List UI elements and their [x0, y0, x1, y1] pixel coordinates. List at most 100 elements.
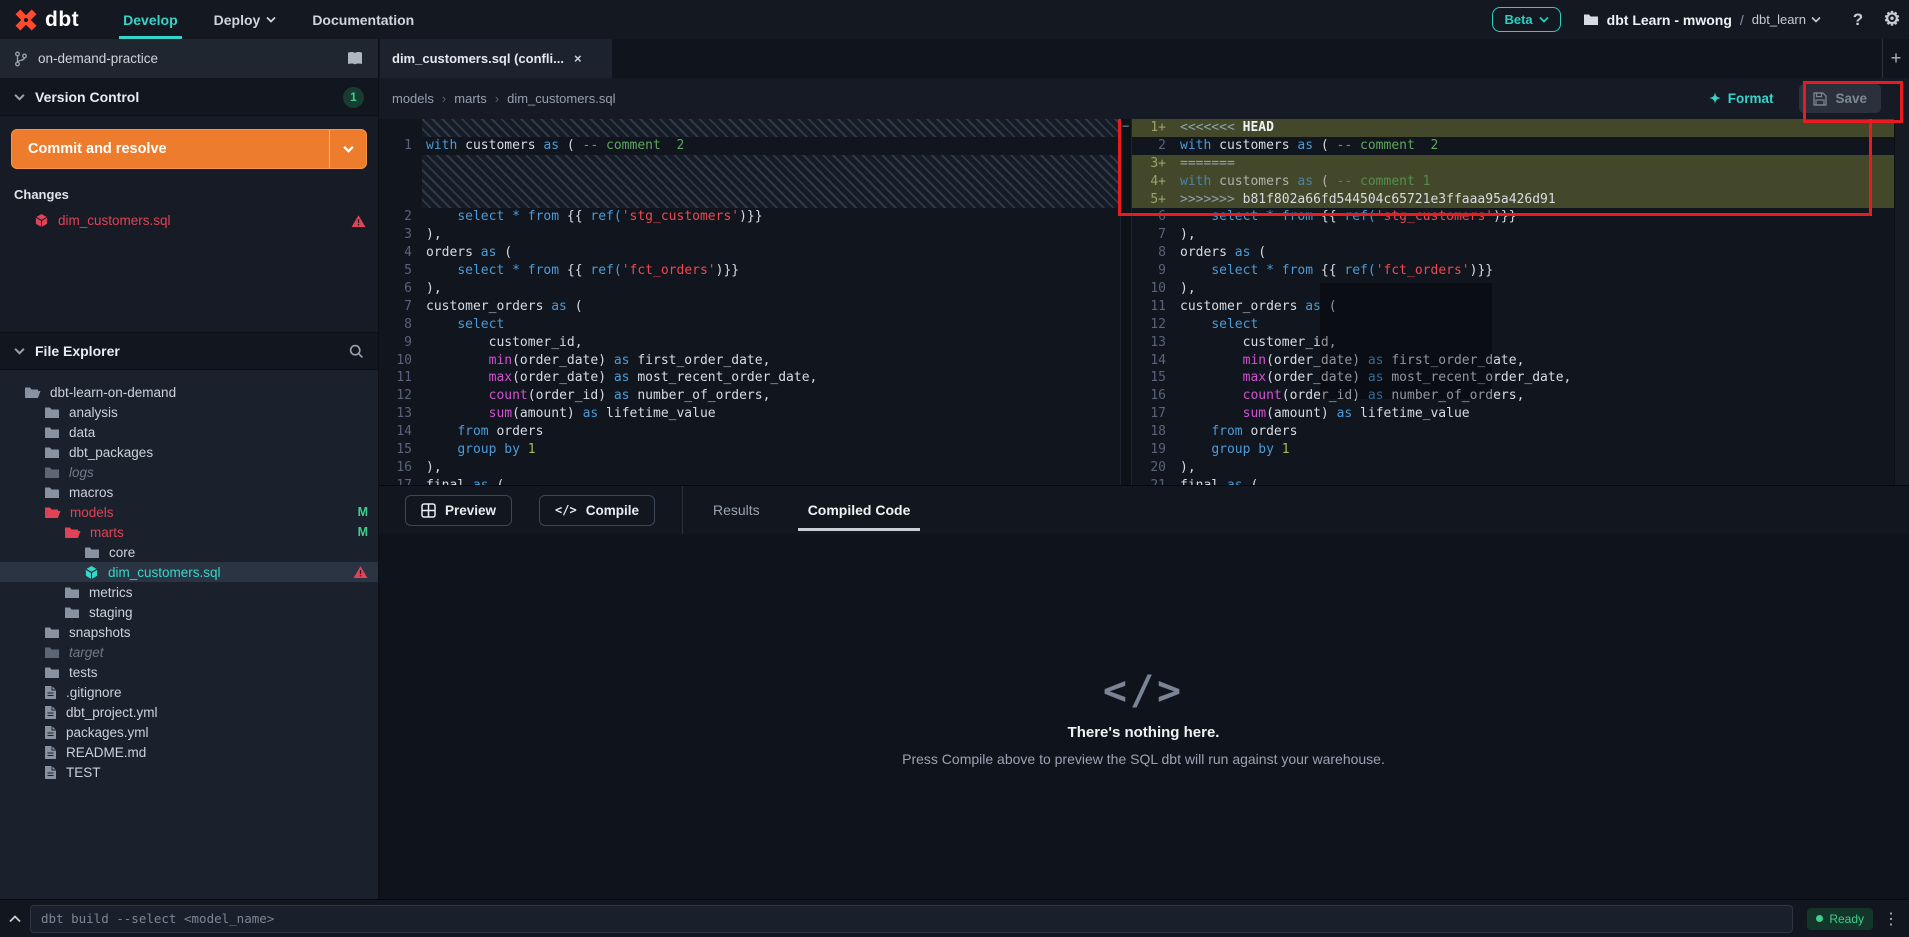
tab-results[interactable]: Results [695, 486, 778, 534]
tree-item-dim-customers-sql[interactable]: dim_customers.sql [0, 562, 378, 582]
tree-item-dbt-project-yml[interactable]: dbt_project.yml [0, 702, 378, 722]
tree-item-staging[interactable]: staging [0, 602, 378, 622]
code-line[interactable]: 13 customer_id, [1132, 334, 1894, 352]
tree-item-models[interactable]: modelsM [0, 502, 378, 522]
code-line[interactable]: 12 count(order_id) as number_of_orders, [378, 387, 1120, 405]
compile-button[interactable]: </> Compile [539, 495, 655, 526]
code-line[interactable]: 21final as ( [1132, 477, 1894, 485]
code-line[interactable]: 15 max(order_date) as most_recent_order_… [1132, 369, 1894, 387]
search-icon[interactable] [349, 344, 364, 359]
code-line[interactable]: 5 select * from {{ ref('fct_orders')}} [378, 262, 1120, 280]
environment-selector[interactable]: dbt_learn [1752, 12, 1821, 27]
code-line[interactable]: 10), [1132, 280, 1894, 298]
tree-item-analysis[interactable]: analysis [0, 402, 378, 422]
branch-row[interactable]: on-demand-practice [0, 39, 378, 79]
tree-item-data[interactable]: data [0, 422, 378, 442]
code-line[interactable]: 16 count(order_id) as number_of_orders, [1132, 387, 1894, 405]
code-line[interactable]: 8 select [378, 316, 1120, 334]
code-line[interactable]: 19 group by 1 [1132, 441, 1894, 459]
code-line[interactable]: 4+with customers as ( -- comment 1 [1132, 173, 1894, 191]
code-line[interactable]: 15 group by 1 [378, 441, 1120, 459]
code-line[interactable]: 13 sum(amount) as lifetime_value [378, 405, 1120, 423]
dbt-logo[interactable]: dbt [0, 8, 105, 32]
editor-pane-left[interactable]: 1with customers as ( -- comment 2 2 selec… [378, 119, 1120, 485]
file-explorer-header[interactable]: File Explorer [0, 333, 378, 370]
chevron-up-icon[interactable] [0, 915, 30, 923]
version-control-header[interactable]: Version Control 1 [0, 79, 378, 116]
format-button[interactable]: ✦ Format [1709, 91, 1773, 107]
code-text: with customers as ( -- comment 2 [422, 137, 684, 155]
breadcrumb[interactable]: models [392, 91, 434, 106]
tree-item-label: dim_customers.sql [108, 565, 221, 580]
tree-item-snapshots[interactable]: snapshots [0, 622, 378, 642]
code-line[interactable]: 2with customers as ( -- comment 2 [1132, 137, 1894, 155]
nav-develop[interactable]: Develop [105, 0, 195, 39]
code-line[interactable]: 6), [378, 280, 1120, 298]
breadcrumb[interactable]: marts [454, 91, 487, 106]
close-icon[interactable]: × [574, 51, 582, 66]
commit-options-caret[interactable] [329, 130, 366, 168]
code-line[interactable]: 7), [1132, 226, 1894, 244]
code-line[interactable]: 6 select * from {{ ref('stg_customers')}… [1132, 208, 1894, 226]
code-line[interactable]: 14 from orders [378, 423, 1120, 441]
commit-and-resolve-button[interactable]: Commit and resolve [11, 129, 367, 169]
code-line[interactable]: 1with customers as ( -- comment 2 [378, 137, 1120, 155]
tree-item-metrics[interactable]: metrics [0, 582, 378, 602]
fold-marker[interactable]: − [1122, 119, 1129, 133]
code-line[interactable]: 5+>>>>>>> b81f802a66fd544504c65721e3ffaa… [1132, 191, 1894, 209]
tree-item-target[interactable]: target [0, 642, 378, 662]
code-line[interactable]: 18 from orders [1132, 423, 1894, 441]
settings-gear-icon[interactable]: ⚙ [1875, 0, 1909, 39]
code-line[interactable]: 10 min(order_date) as first_order_date, [378, 352, 1120, 370]
tree-item-test[interactable]: TEST [0, 762, 378, 782]
breadcrumb[interactable]: dim_customers.sql [507, 91, 615, 106]
code-line[interactable]: 14 min(order_date) as first_order_date, [1132, 352, 1894, 370]
tree-item-marts[interactable]: martsM [0, 522, 378, 542]
nav-documentation[interactable]: Documentation [294, 0, 432, 39]
new-tab-button[interactable]: + [1882, 39, 1909, 78]
tab-dim-customers[interactable]: dim_customers.sql (confli... × [380, 39, 612, 78]
tree-item-tests[interactable]: tests [0, 662, 378, 682]
beta-dropdown[interactable]: Beta [1492, 7, 1560, 32]
code-line[interactable]: 7customer_orders as ( [378, 298, 1120, 316]
preview-button[interactable]: Preview [405, 495, 512, 526]
command-input[interactable] [30, 905, 1793, 933]
tree-item-readme-md[interactable]: README.md [0, 742, 378, 762]
help-button[interactable]: ? [1841, 0, 1875, 39]
tree-item-label: staging [89, 605, 133, 620]
tab-compiled-code[interactable]: Compiled Code [790, 486, 929, 534]
tree-item-packages-yml[interactable]: packages.yml [0, 722, 378, 742]
tree-item-logs[interactable]: logs [0, 462, 378, 482]
tree-item--gitignore[interactable]: .gitignore [0, 682, 378, 702]
code-line[interactable]: 8orders as ( [1132, 244, 1894, 262]
line-number: 11 [378, 369, 422, 387]
code-line[interactable]: 17final as ( [378, 477, 1120, 485]
code-line[interactable]: 9 select * from {{ ref('fct_orders')}} [1132, 262, 1894, 280]
code-line[interactable]: 16), [378, 459, 1120, 477]
code-line[interactable]: 12 select [1132, 316, 1894, 334]
code-line[interactable]: 3), [378, 226, 1120, 244]
changed-file-row[interactable]: dim_customers.sql [0, 208, 378, 233]
code-line[interactable]: 2 select * from {{ ref('stg_customers')}… [378, 208, 1120, 226]
docs-book-icon[interactable] [346, 51, 364, 66]
code-line[interactable]: 9 customer_id, [378, 334, 1120, 352]
tree-item-dbt-learn-on-demand[interactable]: dbt-learn-on-demand [0, 382, 378, 402]
code-line[interactable]: 1+<<<<<<< HEAD [1132, 119, 1894, 137]
line-number: 7 [1132, 226, 1176, 244]
code-line[interactable]: 4orders as ( [378, 244, 1120, 262]
tree-item-macros[interactable]: macros [0, 482, 378, 502]
file-icon [44, 705, 57, 720]
kebab-menu-icon[interactable]: ⋮ [1883, 909, 1899, 929]
code-line[interactable]: 3+======= [1132, 155, 1894, 173]
code-line[interactable]: 11customer_orders as ( [1132, 298, 1894, 316]
editor-pane-right[interactable]: 1+<<<<<<< HEAD2with customers as ( -- co… [1132, 119, 1894, 485]
project-breadcrumb: dbt Learn - mwong / dbt_learn [1583, 12, 1821, 28]
code-line[interactable]: 11 max(order_date) as most_recent_order_… [378, 369, 1120, 387]
code-line[interactable]: 17 sum(amount) as lifetime_value [1132, 405, 1894, 423]
tree-item-dbt-packages[interactable]: dbt_packages [0, 442, 378, 462]
code-line[interactable]: 20), [1132, 459, 1894, 477]
nav-deploy[interactable]: Deploy [196, 0, 295, 39]
status-dot [1816, 915, 1823, 922]
editor-scrollbar[interactable] [1894, 119, 1909, 485]
tree-item-core[interactable]: core [0, 542, 378, 562]
